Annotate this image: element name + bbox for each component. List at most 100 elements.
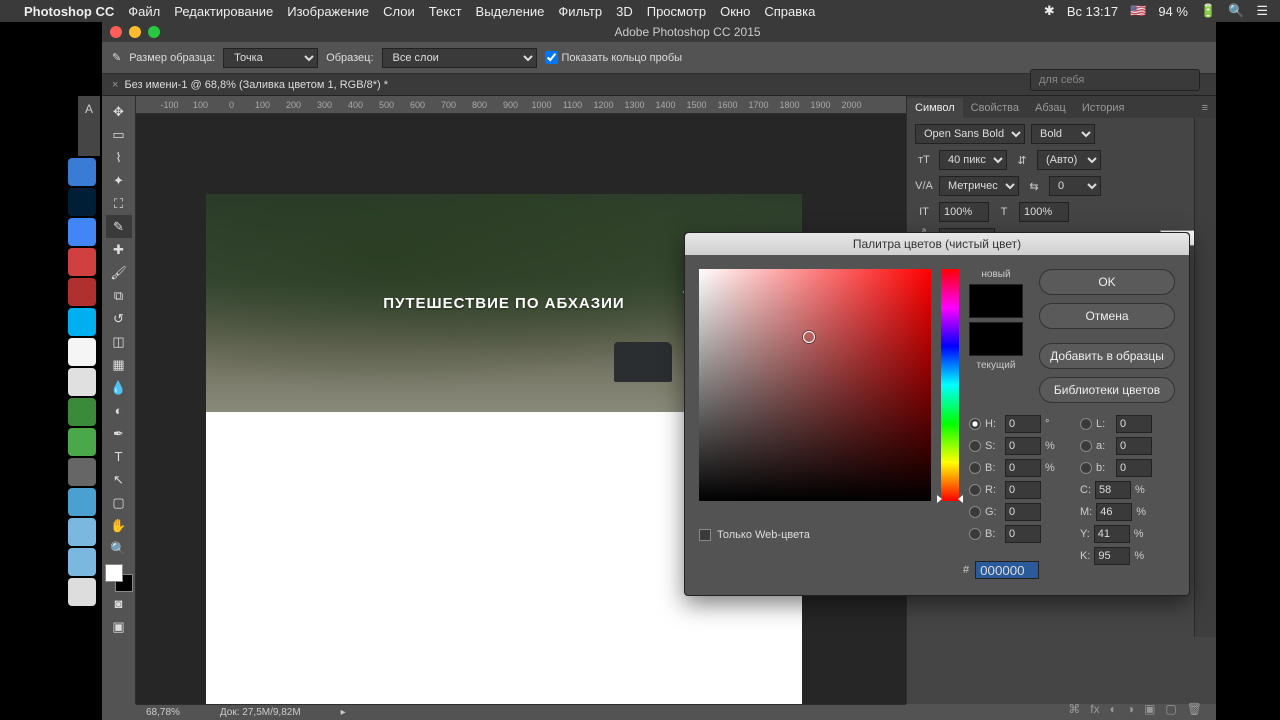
menu-edit[interactable]: Редактирование (174, 4, 273, 19)
type-tool[interactable]: T (106, 445, 132, 468)
radio-r[interactable] (969, 484, 981, 496)
hue-pointer-right[interactable] (958, 495, 963, 503)
adjustment-icon[interactable]: ◑ (1127, 702, 1134, 716)
tab-close-icon[interactable]: × (112, 79, 118, 91)
eyedropper-tool[interactable]: ✎ (106, 215, 132, 238)
source-select[interactable]: Все слои (382, 48, 537, 68)
foreground-background-colors[interactable] (105, 564, 133, 592)
value-m[interactable] (1096, 503, 1132, 521)
cancel-button[interactable]: Отмена (1039, 303, 1175, 329)
leading-select[interactable]: (Авто) (1037, 150, 1101, 170)
right-collapsed-dock[interactable] (1194, 117, 1216, 637)
screen-mode-tool[interactable]: ▣ (106, 615, 132, 638)
menubar-battery[interactable]: 94 % (1158, 4, 1188, 19)
value-s[interactable] (1005, 437, 1041, 455)
value-bv[interactable] (1005, 459, 1041, 477)
hex-input[interactable] (975, 561, 1039, 579)
font-family-select[interactable]: Open Sans Bold (915, 124, 1025, 144)
zoom-tool[interactable]: 🔍 (106, 537, 132, 560)
dock-app-1[interactable] (68, 248, 96, 276)
menubar-app-name[interactable]: Photoshop CC (24, 4, 114, 19)
tab-properties[interactable]: Свойства (963, 98, 1027, 118)
tab-paragraph[interactable]: Абзац (1027, 98, 1074, 118)
move-tool[interactable]: ✥ (106, 100, 132, 123)
dock-app-5[interactable] (68, 398, 96, 426)
window-titlebar[interactable]: Adobe Photoshop CC 2015 (102, 22, 1216, 42)
radio-bb[interactable] (969, 528, 981, 540)
menu-3d[interactable]: 3D (616, 4, 633, 19)
menu-window[interactable]: Окно (720, 4, 750, 19)
healing-tool[interactable]: ✚ (106, 238, 132, 261)
dock-settings[interactable] (68, 458, 96, 486)
link-icon[interactable]: ⌘ (1068, 702, 1080, 716)
value-k[interactable] (1094, 547, 1130, 565)
tracking-select[interactable]: 0 (1049, 176, 1101, 196)
radio-l[interactable] (1080, 418, 1092, 430)
menu-extras-icon[interactable]: ☰ (1256, 3, 1268, 19)
ok-button[interactable]: OK (1039, 269, 1175, 295)
color-picker-title[interactable]: Палитра цветов (чистый цвет) (685, 233, 1189, 255)
clone-tool[interactable]: ⧉ (106, 284, 132, 307)
radio-g[interactable] (969, 506, 981, 518)
value-r[interactable] (1005, 481, 1041, 499)
trash-icon[interactable]: 🗑 (1187, 702, 1202, 716)
dock-finder[interactable] (68, 158, 96, 186)
status-arrow-icon[interactable]: ▸ (341, 707, 346, 718)
search-icon[interactable]: 🔍 (1228, 3, 1244, 19)
menu-select[interactable]: Выделение (476, 4, 545, 19)
rectangle-tool[interactable]: ▢ (106, 491, 132, 514)
font-weight-select[interactable]: Bold (1031, 124, 1095, 144)
marquee-tool[interactable]: ▭ (106, 123, 132, 146)
color-field[interactable] (699, 269, 931, 501)
dock-photoshop[interactable] (68, 188, 96, 216)
value-a[interactable] (1116, 437, 1152, 455)
dock-app-6[interactable] (68, 428, 96, 456)
mask-icon[interactable]: ◐ (1110, 702, 1117, 716)
vscale-input[interactable] (939, 202, 989, 222)
brush-tool[interactable]: 🖌 (106, 261, 132, 284)
current-color-swatch[interactable] (969, 322, 1023, 356)
hue-pointer-left[interactable] (937, 495, 942, 503)
radio-h[interactable] (969, 418, 981, 430)
radio-lb[interactable] (1080, 462, 1092, 474)
new-layer-icon[interactable]: ▢ (1165, 702, 1176, 716)
lasso-tool[interactable]: ⌇ (106, 146, 132, 169)
color-libraries-button[interactable]: Библиотеки цветов (1039, 377, 1175, 403)
menu-help[interactable]: Справка (764, 4, 815, 19)
blur-tool[interactable]: 💧 (106, 376, 132, 399)
color-picker-dialog[interactable]: Палитра цветов (чистый цвет) новый текущ… (684, 232, 1190, 596)
sample-size-select[interactable]: Точка (223, 48, 318, 68)
hand-tool[interactable]: ✋ (106, 514, 132, 537)
character-icon[interactable]: A (85, 102, 93, 116)
tab-character[interactable]: Символ (907, 98, 963, 118)
font-size-select[interactable]: 40 пикс. (939, 150, 1007, 170)
folder-icon[interactable]: ▣ (1144, 702, 1155, 716)
dock-skype[interactable] (68, 308, 96, 336)
color-field-cursor[interactable] (803, 331, 815, 343)
hscale-input[interactable] (1019, 202, 1069, 222)
magic-wand-tool[interactable]: ✦ (106, 169, 132, 192)
dock-folder-2[interactable] (68, 548, 96, 576)
dock-app-2[interactable] (68, 278, 96, 306)
add-swatch-button[interactable]: Добавить в образцы (1039, 343, 1175, 369)
fx-icon[interactable]: fx (1090, 702, 1099, 716)
collapsed-panel-strip[interactable]: A (78, 96, 100, 156)
dock-app-3[interactable] (68, 338, 96, 366)
window-zoom-button[interactable] (148, 26, 160, 38)
quickmask-tool[interactable]: ◙ (106, 592, 132, 615)
status-zoom[interactable]: 68,78% (146, 707, 180, 718)
path-select-tool[interactable]: ↖ (106, 468, 132, 491)
pen-tool[interactable]: ✒ (106, 422, 132, 445)
show-ring-checkbox[interactable]: Показать кольцо пробы (545, 51, 683, 64)
menu-view[interactable]: Просмотр (647, 4, 706, 19)
menu-image[interactable]: Изображение (287, 4, 369, 19)
dock-app-4[interactable] (68, 368, 96, 396)
crop-tool[interactable]: ⛶ (106, 192, 132, 215)
menubar-clock[interactable]: Вс 13:17 (1067, 4, 1118, 19)
value-bb[interactable] (1005, 525, 1041, 543)
menu-filter[interactable]: Фильтр (558, 4, 602, 19)
value-lb[interactable] (1116, 459, 1152, 477)
history-brush-tool[interactable]: ↺ (106, 307, 132, 330)
gradient-tool[interactable]: ▦ (106, 353, 132, 376)
web-only-checkbox[interactable]: Только Web-цвета (699, 529, 810, 541)
